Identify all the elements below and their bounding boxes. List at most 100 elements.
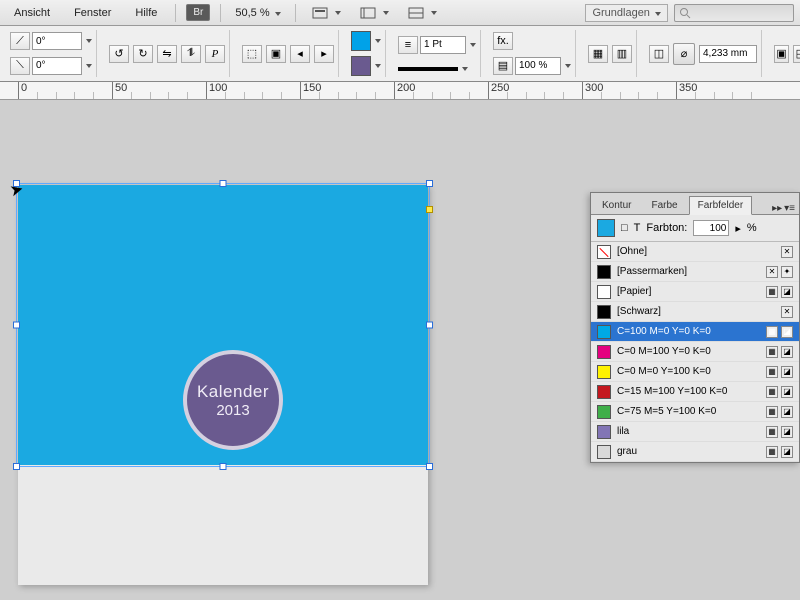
colormode-icon: ▦ [766,446,778,458]
menu-view[interactable]: Ansicht [6,4,58,22]
fill-swatch[interactable] [351,31,371,51]
control-bar: ⟋ ⟍ ↺ ↻ ⇋ ⥮ P ⬚ ▣ ◂ ▸ ≡ fx. ▤ ▦ ▥ ◫ ⌀ ▣ … [0,26,800,82]
chevron-down-icon [335,11,341,15]
fill-stroke-indicator[interactable] [597,219,615,237]
resize-handle[interactable] [220,463,227,470]
opacity-icon: ▤ [493,57,513,75]
locked-icon: ✕ [766,266,778,278]
tab-swatches[interactable]: Farbfelder [689,196,753,215]
tab-color[interactable]: Farbe [642,196,686,214]
resize-handle[interactable] [13,463,20,470]
resize-handle[interactable] [426,322,433,329]
swatch-name: lila [617,426,760,437]
registration-icon: ✦ [781,266,793,278]
flip-v-icon[interactable]: ⥮ [181,45,201,63]
text-wrap-icon[interactable]: ▦ [588,45,608,63]
swatch-row[interactable]: [Ohne]✕ [591,242,799,262]
panel-tabs: Kontur Farbe Farbfelder ▸▸ ▾≡ [591,193,799,215]
tint-suffix: % [747,222,757,234]
tint-field[interactable] [693,220,729,236]
stroke-style-preview[interactable] [398,67,458,71]
swatch-name: C=0 M=0 Y=100 K=0 [617,366,760,377]
view-mode-dropdown-2[interactable] [354,1,394,25]
corner-options-icon[interactable]: ◫ [649,45,669,63]
swatch-name: [Schwarz] [617,306,775,317]
swatch-row[interactable]: C=15 M=100 Y=100 K=0▦◪ [591,382,799,402]
artboard[interactable]: Kalender 2013 [18,185,428,585]
swatch-color [597,265,611,279]
stroke-swatch[interactable] [351,56,371,76]
corner-radius-field[interactable] [699,45,757,63]
select-content-icon[interactable]: ▣ [266,45,286,63]
rectangle-frame[interactable]: Kalender 2013 [18,185,428,465]
horizontal-ruler[interactable]: 050100150200250300350 [0,82,800,100]
panel-menu-icon[interactable]: ▾≡ [784,203,795,214]
flip-h-icon[interactable]: ⇋ [157,45,177,63]
rotate-cw-icon[interactable]: ↻ [133,45,153,63]
bridge-button[interactable]: Br [186,4,210,21]
resize-handle[interactable] [220,180,227,187]
circle-badge[interactable]: Kalender 2013 [183,350,283,450]
process-icon: ◪ [781,426,793,438]
swatch-color [597,345,611,359]
badge-title: Kalender [197,382,269,402]
swatch-name: C=100 M=0 Y=0 K=0 [617,326,760,337]
swatch-row[interactable]: C=75 M=5 Y=100 K=0▦◪ [591,402,799,422]
process-icon: ◪ [781,386,793,398]
process-icon: ◪ [781,346,793,358]
swatch-row[interactable]: [Papier]▦◪ [591,282,799,302]
opacity-field[interactable] [515,57,561,75]
swatch-row[interactable]: C=0 M=0 Y=100 K=0▦◪ [591,362,799,382]
select-container-icon[interactable]: ⬚ [242,45,262,63]
swatch-row[interactable]: grau▦◪ [591,442,799,462]
select-prev-icon[interactable]: ◂ [290,45,310,63]
fx-icon[interactable]: fx. [493,32,513,50]
search-icon [679,7,691,19]
stroke-weight-field[interactable] [420,36,466,54]
workspace-switcher[interactable]: Grundlagen [585,4,668,22]
swatches-panel[interactable]: Kontur Farbe Farbfelder ▸▸ ▾≡ □ T Farbto… [590,192,800,463]
text-wrap-2-icon[interactable]: ▥ [612,45,632,63]
live-corner-handle[interactable] [426,206,433,213]
badge-year: 2013 [216,402,249,419]
text-swatch-icon[interactable]: T [634,222,641,234]
process-icon: ◪ [781,326,793,338]
tab-stroke[interactable]: Kontur [593,196,640,214]
shear-y-icon: ⟍ [10,57,30,75]
process-icon: ◪ [781,446,793,458]
swatch-row[interactable]: [Passermarken]✕✦ [591,262,799,282]
shear-x-field[interactable] [32,32,82,50]
process-icon: ◪ [781,286,793,298]
fit-content-icon[interactable]: ▣ [774,45,789,63]
zoom-level[interactable]: 50,5 % [231,5,284,21]
panel-collapse-icon[interactable]: ▸▸ [772,203,782,214]
colormode-icon: ▦ [766,386,778,398]
object-swatch-icon[interactable]: □ [621,222,628,234]
shear-y-field[interactable] [32,57,82,75]
swatch-row[interactable]: lila▦◪ [591,422,799,442]
swatch-row[interactable]: [Schwarz]✕ [591,302,799,322]
swatch-name: [Papier] [617,286,760,297]
select-next-icon[interactable]: ▸ [314,45,334,63]
chevron-down-icon [275,12,281,16]
swatch-row[interactable]: C=0 M=100 Y=0 K=0▦◪ [591,342,799,362]
menu-window[interactable]: Fenster [66,4,119,22]
colormode-icon: ▦ [766,326,778,338]
chain-icon[interactable]: ⌀ [673,43,695,65]
swatch-color [597,245,611,259]
cursor-icon: ➤ [8,179,26,202]
resize-handle[interactable] [426,180,433,187]
menu-help[interactable]: Hilfe [127,4,165,22]
fit-frame-icon[interactable]: ◰ [793,45,800,63]
view-mode-dropdown-3[interactable] [402,1,442,25]
swatch-list[interactable]: [Ohne]✕[Passermarken]✕✦[Papier]▦◪[Schwar… [591,242,799,462]
search-input[interactable] [674,4,794,22]
type-on-path-icon[interactable]: P [205,45,225,63]
resize-handle[interactable] [13,322,20,329]
swatch-color [597,325,611,339]
view-mode-dropdown-1[interactable] [306,1,346,25]
swatch-row[interactable]: C=100 M=0 Y=0 K=0 ▦◪ [591,322,799,342]
resize-handle[interactable] [426,463,433,470]
swatch-color [597,445,611,459]
rotate-ccw-icon[interactable]: ↺ [109,45,129,63]
